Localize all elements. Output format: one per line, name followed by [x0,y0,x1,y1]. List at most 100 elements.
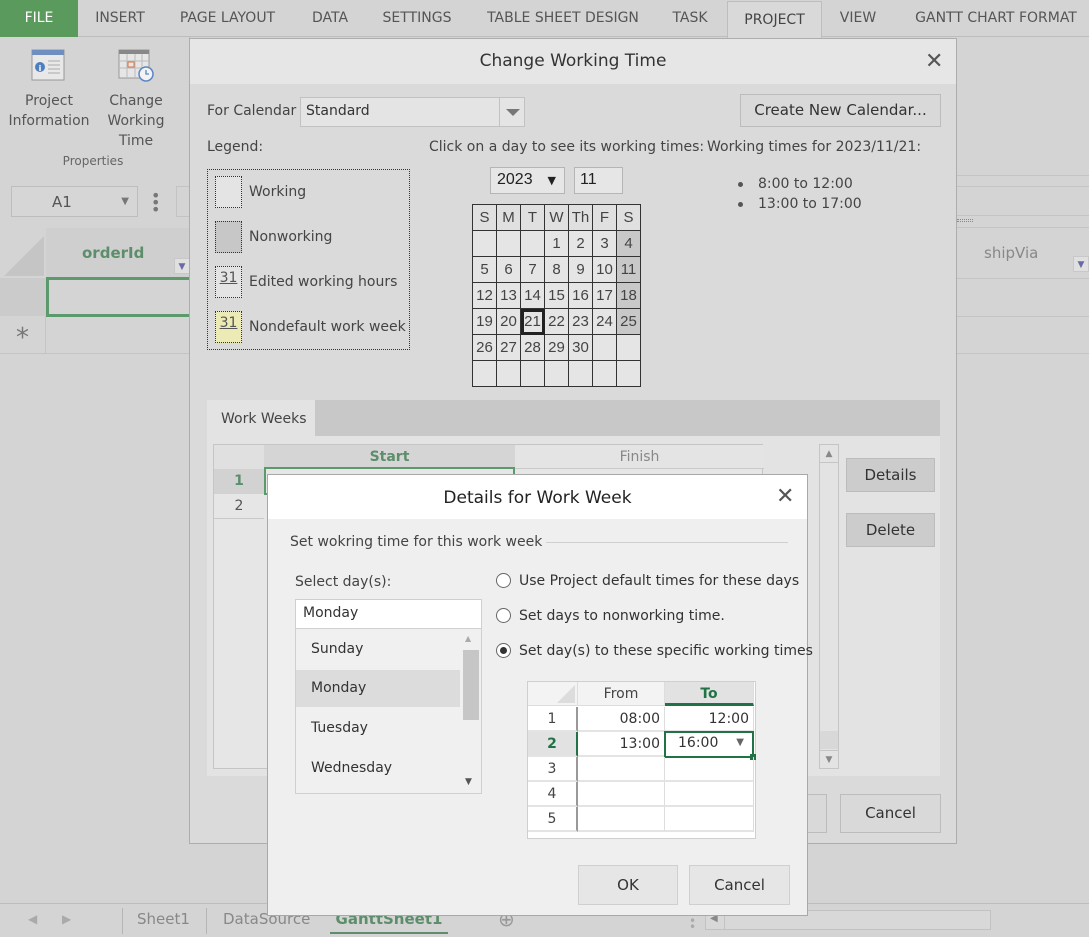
column-header-start[interactable]: Start [264,445,515,469]
ok-button[interactable]: OK [578,865,678,905]
calendar-day[interactable]: 23 [568,308,593,335]
calendar-day[interactable]: 18 [616,282,641,309]
column-header-from[interactable]: From [578,682,665,706]
to-cell-editor[interactable]: 16:00 ▼ [664,731,756,760]
grid-corner[interactable] [214,445,264,469]
to-cell[interactable] [665,757,754,782]
calendar-day[interactable]: 11 [616,256,641,283]
filter-dropdown-icon[interactable]: ▼ [174,258,190,274]
vertical-scrollbar[interactable]: ▲ ▼ [819,444,839,769]
day-option-sunday[interactable]: Sunday [296,631,460,668]
chevron-down-icon[interactable]: ▼ [736,737,744,748]
calendar-day[interactable]: 6 [496,256,521,283]
chevron-down-icon[interactable] [499,98,524,126]
tab-project[interactable]: PROJECT [727,1,822,39]
sheet-tab-sheet1[interactable]: Sheet1 [137,906,190,934]
calendar-day[interactable]: 12 [472,282,497,309]
calendar-day[interactable]: 14 [520,282,545,309]
column-header-orderid[interactable]: orderId [46,228,190,278]
create-new-calendar-button[interactable]: Create New Calendar... [740,94,941,127]
formula-expand-button[interactable] [176,186,190,217]
close-icon[interactable]: ✕ [776,486,794,508]
column-header-shipvia[interactable]: shipVia [984,244,1038,262]
day-option-monday[interactable]: Monday [296,670,460,707]
row-header[interactable]: 2 [528,732,578,757]
radio-use-default[interactable]: Use Project default times for these days [496,573,799,589]
row-header-1[interactable] [0,278,46,316]
from-cell[interactable]: 08:00 [578,707,665,732]
radio-specific-times[interactable]: Set day(s) to these specific working tim… [496,643,813,659]
details-button[interactable]: Details [846,458,935,492]
column-header-to[interactable]: To [665,682,754,706]
day-select-input[interactable]: Monday [295,599,482,629]
from-cell[interactable]: 13:00 [578,732,665,757]
scroll-up-icon[interactable]: ▲ [465,634,471,643]
column-header-finish[interactable]: Finish [515,445,764,469]
calendar-day[interactable]: 8 [544,256,569,283]
cancel-button[interactable]: Cancel [840,794,941,833]
year-select[interactable]: 2023 ▼ [490,167,565,194]
radio-checked-icon[interactable] [496,643,511,658]
scroll-down-icon[interactable]: ▼ [465,777,472,787]
from-cell[interactable] [578,757,665,782]
tab-task[interactable]: TASK [662,0,718,37]
tab-settings[interactable]: SETTINGS [372,0,462,37]
tab-file[interactable]: FILE [0,0,78,37]
to-cell[interactable] [665,807,754,832]
calendar-day[interactable]: 21 [520,308,545,335]
list-scrollbar[interactable]: ▲ ▼ [462,629,479,792]
project-information-button[interactable]: i Project Information [6,47,92,131]
day-option-wednesday[interactable]: Wednesday [296,750,460,787]
day-option-tuesday[interactable]: Tuesday [296,710,460,747]
calendar-day[interactable]: 9 [568,256,593,283]
tab-page-layout[interactable]: PAGE LAYOUT [166,0,289,37]
calendar-day[interactable]: 26 [472,334,497,361]
scroll-down-icon[interactable]: ▼ [820,750,838,768]
month-input[interactable]: 11 [574,167,623,194]
change-working-time-button[interactable]: Change Working Time [96,47,176,151]
radio-icon[interactable] [496,573,511,588]
calendar-day[interactable]: 24 [592,308,617,335]
select-all-corner[interactable] [0,228,46,278]
calendar-day[interactable]: 22 [544,308,569,335]
splitter-handle[interactable] [957,219,973,222]
calendar-day[interactable]: 20 [496,308,521,335]
row-header-2[interactable]: 2 [214,494,264,519]
close-icon[interactable]: ✕ [925,51,943,73]
calendar-day[interactable]: 2 [568,230,593,257]
scroll-right-icon[interactable]: ▶ [62,906,71,934]
tab-insert[interactable]: INSERT [86,0,154,37]
row-header-1[interactable]: 1 [214,469,264,494]
to-cell[interactable] [665,782,754,807]
more-options-icon[interactable]: • • • [151,188,160,218]
from-cell[interactable] [578,782,665,807]
calendar-day[interactable]: 30 [568,334,593,361]
active-cell[interactable] [46,277,196,317]
calendar-day[interactable]: 15 [544,282,569,309]
tab-work-weeks[interactable]: Work Weeks [207,400,315,436]
calendar-day[interactable]: 3 [592,230,617,257]
cancel-button[interactable]: Cancel [689,865,790,905]
calendar-select[interactable]: Standard [300,97,525,127]
row-header[interactable]: 1 [528,707,578,732]
radio-nonworking[interactable]: Set days to nonworking time. [496,608,725,624]
from-cell[interactable] [578,807,665,832]
calendar-day[interactable]: 10 [592,256,617,283]
calendar-day[interactable]: 1 [544,230,569,257]
to-cell[interactable]: 12:00 [665,707,754,732]
delete-button[interactable]: Delete [846,513,935,547]
tab-data[interactable]: DATA [300,0,360,37]
row-header[interactable]: 3 [528,757,578,782]
filter-dropdown-icon[interactable]: ▼ [1073,256,1089,272]
calendar-day[interactable]: 17 [592,282,617,309]
radio-icon[interactable] [496,608,511,623]
scroll-left-icon[interactable]: ◀ [28,906,37,934]
tab-gantt-chart-format[interactable]: GANTT CHART FORMAT [898,0,1089,37]
calendar-day[interactable]: 25 [616,308,641,335]
scroll-up-icon[interactable]: ▲ [820,445,838,463]
row-header[interactable]: 4 [528,782,578,807]
grid-corner[interactable] [528,682,578,706]
calendar-day[interactable]: 4 [616,230,641,257]
tab-view[interactable]: VIEW [830,0,886,37]
calendar-day[interactable]: 19 [472,308,497,335]
